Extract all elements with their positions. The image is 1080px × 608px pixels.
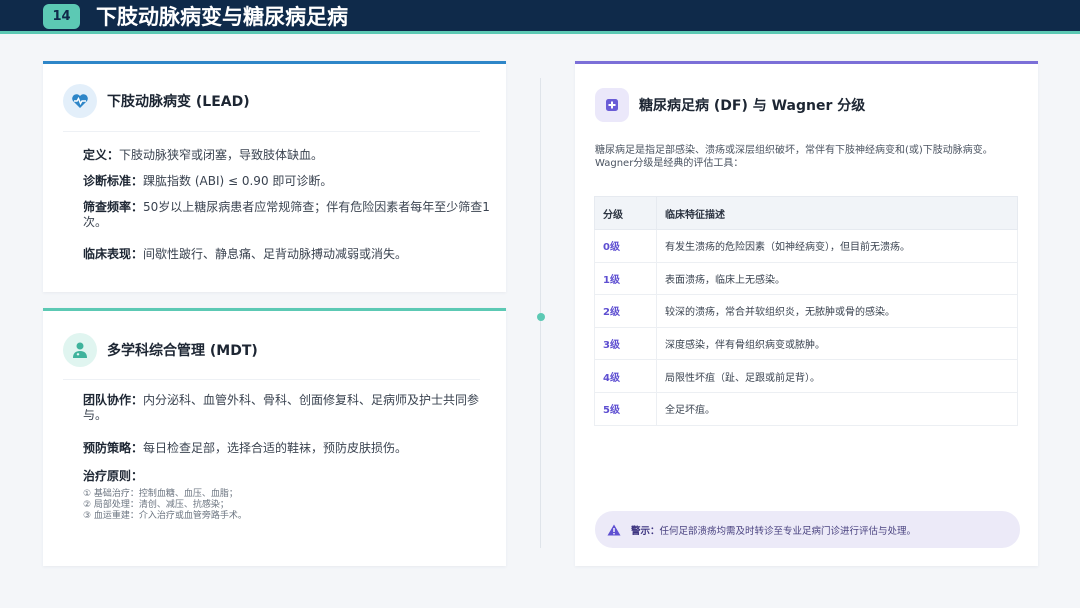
df-intro-text: 糖尿病足是指足部感染、溃疡或深层组织破坏，常伴有下肢神经病变和(或)下肢动脉病变…	[595, 145, 993, 169]
mdt-principles-label: 治疗原则：	[83, 469, 492, 484]
grade-cell: 2级	[594, 294, 657, 328]
divider	[63, 379, 480, 380]
table-row: 4级 局限性坏疽（趾、足跟或前足背）。	[594, 359, 1018, 393]
desc-cell: 深度感染，伴有骨组织病变或脓肿。	[656, 326, 1018, 361]
table-row: 2级 较深的溃疡，常合并软组织炎，无脓肿或骨的感染。	[594, 294, 1018, 328]
grade-cell: 5级	[594, 391, 657, 426]
principle-item: ③ 血运重建：介入治疗或血管旁路手术。	[83, 511, 247, 521]
page-number-badge: 14	[43, 4, 80, 29]
field-value: 每日检查足部，选择合适的鞋袜，预防皮肤损伤。	[143, 441, 408, 455]
field-label: 诊断标准：	[83, 174, 144, 188]
grade-cell: 4级	[594, 359, 657, 393]
mdt-card-header: 多学科综合管理 (MDT)	[63, 333, 258, 367]
field-value: 踝肱指数 (ABI) ≤ 0.90 即可诊断。	[143, 174, 333, 188]
field-label: 团队协作：	[83, 393, 144, 407]
divider	[63, 131, 480, 132]
principle-item: ② 局部处理：清创、减压、抗感染；	[83, 500, 229, 510]
desc-cell: 较深的溃疡，常合并软组织炎，无脓肿或骨的感染。	[656, 294, 1018, 328]
field-label: 筛查频率：	[83, 200, 144, 214]
warning-alert: 警示： 任何足部溃疡均需及时转诊至专业足病门诊进行评估与处理。	[595, 511, 1020, 548]
header-bar: 14 下肢动脉病变与糖尿病足病	[0, 0, 1080, 34]
lead-card: 下肢动脉病变 (LEAD) 定义：下肢动脉狭窄或闭塞，导致肢体缺血。 诊断标准：…	[43, 61, 506, 292]
mdt-principles-list: ① 基础治疗：控制血糖、血压、血脂； ② 局部处理：清创、减压、抗感染； ③ 血…	[83, 489, 247, 522]
alert-text: 任何足部溃疡均需及时转诊至专业足病门诊进行评估与处理。	[659, 525, 917, 537]
mdt-teamwork: 团队协作：内分泌科、血管外科、骨科、创面修复科、足病师及护士共同参与。	[83, 393, 492, 423]
grade-cell: 3级	[594, 326, 657, 361]
field-label: 定义：	[83, 148, 120, 162]
grade-cell: 0级	[594, 229, 657, 263]
table-header-grade: 分级	[594, 196, 657, 230]
desc-cell: 全足坏疽。	[656, 391, 1018, 426]
field-label: 预防策略：	[83, 441, 144, 455]
page-title: 下肢动脉病变与糖尿病足病	[96, 5, 348, 29]
df-card-title: 糖尿病足病 (DF) 与 Wagner 分级	[639, 98, 866, 114]
df-card: 糖尿病足病 (DF) 与 Wagner 分级 糖尿病足是指足部感染、溃疡或深层组…	[575, 61, 1038, 566]
lead-card-title: 下肢动脉病变 (LEAD)	[107, 94, 250, 110]
lead-clinical: 临床表现：间歇性跛行、静息痛、足背动脉搏动减弱或消失。	[83, 247, 492, 262]
alert-label: 警示：	[631, 525, 660, 537]
field-label: 临床表现：	[83, 247, 144, 261]
table-row: 5级 全足坏疽。	[594, 391, 1018, 426]
df-card-header: 糖尿病足病 (DF) 与 Wagner 分级	[595, 88, 865, 122]
lead-diagnosis: 诊断标准：踝肱指数 (ABI) ≤ 0.90 即可诊断。	[83, 174, 492, 189]
doctor-icon	[63, 333, 97, 367]
mdt-card: 多学科综合管理 (MDT) 团队协作：内分泌科、血管外科、骨科、创面修复科、足病…	[43, 308, 506, 566]
table-header-row: 分级 临床特征描述	[594, 196, 1018, 230]
lead-card-header: 下肢动脉病变 (LEAD)	[63, 84, 250, 118]
table-row: 0级 有发生溃疡的危险因素（如神经病变），但目前无溃疡。	[594, 229, 1018, 263]
lead-definition: 定义：下肢动脉狭窄或闭塞，导致肢体缺血。	[83, 148, 492, 163]
center-divider-dot	[537, 313, 545, 321]
lead-screening: 筛查频率：50岁以上糖尿病患者应常规筛查；伴有危险因素者每年至少筛查1次。	[83, 200, 492, 230]
table-row: 3级 深度感染，伴有骨组织病变或脓肿。	[594, 326, 1018, 361]
heartbeat-icon	[63, 84, 97, 118]
table-header-desc: 临床特征描述	[656, 196, 1018, 230]
principle-item: ① 基础治疗：控制血糖、血压、血脂；	[83, 489, 238, 499]
desc-cell: 局限性坏疽（趾、足跟或前足背）。	[656, 359, 1018, 393]
wagner-table: 分级 临床特征描述 0级 有发生溃疡的危险因素（如神经病变），但目前无溃疡。 1…	[594, 196, 1018, 426]
field-value: 50岁以上糖尿病患者应常规筛查；伴有危险因素者每年至少筛查1次。	[83, 200, 490, 229]
field-value: 下肢动脉狭窄或闭塞，导致肢体缺血。	[119, 148, 324, 162]
warning-icon	[607, 524, 621, 536]
mdt-prevention: 预防策略：每日检查足部，选择合适的鞋袜，预防皮肤损伤。	[83, 441, 492, 456]
field-label: 治疗原则：	[83, 469, 144, 483]
desc-cell: 有发生溃疡的危险因素（如神经病变），但目前无溃疡。	[656, 229, 1018, 263]
mdt-card-title: 多学科综合管理 (MDT)	[107, 343, 258, 359]
table-row: 1级 表面溃疡，临床上无感染。	[594, 261, 1018, 296]
field-value: 间歇性跛行、静息痛、足背动脉搏动减弱或消失。	[143, 247, 408, 261]
grade-cell: 1级	[594, 261, 657, 296]
medical-plus-icon	[595, 88, 629, 122]
field-value: 内分泌科、血管外科、骨科、创面修复科、足病师及护士共同参与。	[83, 393, 480, 422]
desc-cell: 表面溃疡，临床上无感染。	[656, 261, 1018, 296]
